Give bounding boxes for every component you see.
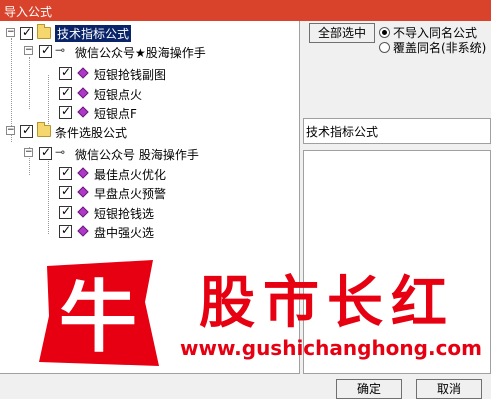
formula-icon <box>77 87 89 99</box>
formula-icon <box>77 206 89 218</box>
tree-label: 盘中强火选 <box>94 226 155 240</box>
tree-label: 短银点火 <box>94 88 143 102</box>
cancel-button[interactable]: 取消 <box>416 379 482 399</box>
tree-item[interactable]: 短银抢钱选 <box>0 203 299 222</box>
tree-label: 早盘点火预警 <box>94 187 167 201</box>
collapse-icon[interactable]: − <box>24 148 33 157</box>
tree-label: 微信公众号 股海操作手 <box>75 148 199 162</box>
checkbox[interactable] <box>59 65 72 80</box>
checkbox[interactable] <box>59 85 72 100</box>
tree-item[interactable]: 短银点F <box>0 103 299 122</box>
radio-skip-duplicates[interactable] <box>379 27 390 38</box>
tree-folder-tech[interactable]: − 技术指标公式 <box>0 24 299 43</box>
key-icon: ⊸ <box>55 43 66 57</box>
tree-label: 短银点F <box>94 107 137 121</box>
tree-item[interactable]: 短银抢钱副图 <box>0 64 299 83</box>
tree-label: 短银抢钱副图 <box>94 68 167 82</box>
tree-item[interactable]: 短银点火 <box>0 84 299 103</box>
tree-label: 条件选股公式 <box>55 126 128 140</box>
tree-group[interactable]: − ⊸ 微信公众号★股海操作手 <box>0 42 299 61</box>
tree-group[interactable]: − ⊸ 微信公众号 股海操作手 <box>0 144 299 163</box>
formula-description-area[interactable] <box>303 150 491 374</box>
formula-icon <box>77 67 89 79</box>
select-all-button[interactable]: 全部选中 <box>309 23 375 43</box>
tree-item[interactable]: 早盘点火预警 <box>0 183 299 202</box>
folder-icon <box>37 24 51 39</box>
tree-item[interactable]: 盘中强火选 <box>0 222 299 241</box>
checkbox[interactable] <box>59 104 72 119</box>
tree-label: 短银抢钱选 <box>94 207 155 221</box>
tree-label: 最佳点火优化 <box>94 168 167 182</box>
checkbox[interactable] <box>39 43 52 58</box>
checkbox[interactable] <box>59 184 72 199</box>
key-icon: ⊸ <box>55 145 66 159</box>
collapse-icon[interactable]: − <box>6 126 15 135</box>
formula-icon <box>77 167 89 179</box>
collapse-icon[interactable]: − <box>24 46 33 55</box>
radio-overwrite[interactable] <box>379 42 390 53</box>
checkbox[interactable] <box>20 25 33 40</box>
title-bar: 导入公式 <box>0 0 491 21</box>
checkbox[interactable] <box>39 145 52 160</box>
window-title: 导入公式 <box>4 5 53 19</box>
tree-folder-select[interactable]: − 条件选股公式 <box>0 122 299 141</box>
formula-icon <box>77 106 89 118</box>
formula-name-text: 技术指标公式 <box>306 125 379 139</box>
formula-icon <box>77 225 89 237</box>
tree-item[interactable]: 最佳点火优化 <box>0 164 299 183</box>
tree-label: 技术指标公式 <box>55 25 132 42</box>
tree-label: 微信公众号★股海操作手 <box>75 46 206 60</box>
checkbox[interactable] <box>59 204 72 219</box>
formula-tree[interactable]: − 技术指标公式 − ⊸ 微信公众号★股海操作手 短银抢钱副图 短银点火 短银点… <box>0 21 300 374</box>
collapse-icon[interactable]: − <box>6 28 15 37</box>
checkbox[interactable] <box>59 165 72 180</box>
checkbox[interactable] <box>20 123 33 138</box>
checkbox[interactable] <box>59 223 72 238</box>
ok-button[interactable]: 确定 <box>336 379 402 399</box>
formula-name-display: 技术指标公式 <box>303 118 491 144</box>
radio-overwrite-label[interactable]: 覆盖同名(非系统) <box>393 39 486 56</box>
formula-icon <box>77 186 89 198</box>
folder-icon <box>37 122 51 137</box>
